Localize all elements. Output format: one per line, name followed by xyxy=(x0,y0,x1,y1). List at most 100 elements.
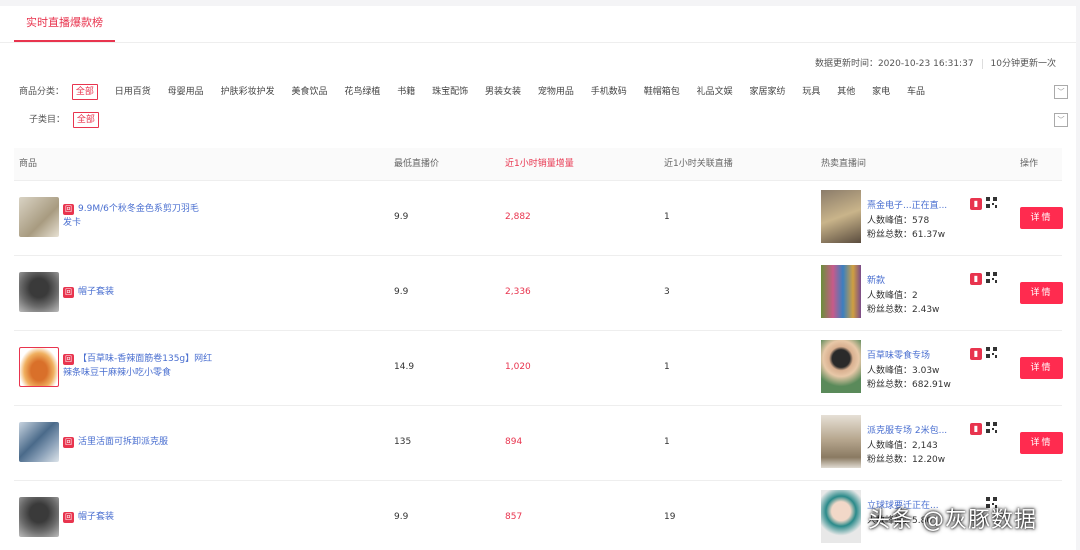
min-price: 135 xyxy=(394,437,412,447)
qr-code-icon[interactable] xyxy=(986,272,997,283)
peak-label: 人数峰值： xyxy=(867,366,913,376)
header-product: 商品 xyxy=(19,159,38,169)
product-name-link[interactable]: 帽子套装 xyxy=(63,510,203,524)
category-chip[interactable]: 其他 xyxy=(837,83,855,101)
category-chip[interactable]: 珠宝配饰 xyxy=(432,83,468,101)
related-lives: 1 xyxy=(664,437,670,447)
expand-categories-button[interactable]: ﹀ xyxy=(1054,85,1068,99)
room-thumbnail[interactable] xyxy=(821,490,861,543)
bar-chart-icon[interactable]: ▮ xyxy=(970,273,982,285)
fans-value: 2.43w xyxy=(912,305,940,315)
product-thumbnail[interactable] xyxy=(19,347,59,387)
tab-live-hot-ranking[interactable]: 实时直播爆款榜 xyxy=(14,6,115,42)
header-related-lives[interactable]: 近1小时关联直播 xyxy=(664,148,733,180)
product-name-link[interactable]: 【百草味-香辣面筋卷135g】网红辣条味豆干麻辣小吃小零食 xyxy=(63,352,213,380)
room-fans: 粉丝总数：682.91w xyxy=(867,377,951,390)
peak-value: 2 xyxy=(912,291,918,301)
detail-button[interactable]: 详情 xyxy=(1020,432,1063,454)
room-peak: 人数峰值：3.03w xyxy=(867,363,939,376)
category-filter-row: 商品分类： 全部 日用百货 母婴用品 护肤彩妆护发 美食饮品 花鸟绿植 书籍 珠… xyxy=(19,83,939,101)
page: 实时直播爆款榜 数据更新时间：2020-10-23 16:31:37 10分钟更新… xyxy=(0,6,1076,550)
category-chip[interactable]: 宠物用品 xyxy=(538,83,574,101)
product-name-link[interactable]: 9.9M/6个秋冬金色系剪刀羽毛发卡 xyxy=(63,202,203,230)
category-chip[interactable]: 书籍 xyxy=(397,83,415,101)
product-thumbnail[interactable] xyxy=(19,197,59,237)
peak-value: 2,143 xyxy=(912,441,938,451)
bar-chart-icon[interactable]: ▮ xyxy=(970,423,982,435)
subcategory-label: 子类目： xyxy=(29,115,66,125)
category-chip[interactable]: 鞋帽箱包 xyxy=(644,83,680,101)
table-row: 回 帽子套装 9.9 2,336 3 新款 人数峰值：2 粉丝总数：2.43w … xyxy=(14,255,1063,331)
category-label: 商品分类： xyxy=(19,87,65,97)
room-thumbnail[interactable] xyxy=(821,265,861,318)
product-thumbnail[interactable] xyxy=(19,272,59,312)
divider xyxy=(981,58,983,69)
category-chip[interactable]: 礼品文娱 xyxy=(697,83,733,101)
category-chip[interactable]: 护肤彩妆护发 xyxy=(221,83,275,101)
subcategory-chip-all[interactable]: 全部 xyxy=(72,112,99,128)
fans-label: 粉丝总数： xyxy=(867,305,913,315)
table-header: 商品 最低直播价 近1小时销量增量 近1小时关联直播 热卖直播间 操作 xyxy=(14,148,1062,181)
qr-code-icon[interactable] xyxy=(986,197,997,208)
room-name-link[interactable]: 派克服专场 2米包... xyxy=(867,423,957,436)
category-chip[interactable]: 母婴用品 xyxy=(168,83,204,101)
category-chip-all[interactable]: 全部 xyxy=(71,84,98,100)
room-thumbnail[interactable] xyxy=(821,415,861,468)
related-lives: 3 xyxy=(664,287,670,297)
fans-value: 61.37w xyxy=(912,230,946,240)
room-name-link[interactable]: 百草味零食专场 xyxy=(867,348,957,361)
watermark-text: 头条 @灰豚数据 xyxy=(868,508,1037,533)
peak-label: 人数峰值： xyxy=(867,291,913,301)
header-hot-room: 热卖直播间 xyxy=(821,159,867,169)
category-chip[interactable]: 玩具 xyxy=(802,83,820,101)
category-chip[interactable]: 车品 xyxy=(907,83,925,101)
detail-button[interactable]: 详情 xyxy=(1020,207,1063,229)
category-chip[interactable]: 花鸟绿植 xyxy=(344,83,380,101)
qr-code-icon[interactable] xyxy=(986,422,997,433)
min-price: 9.9 xyxy=(394,512,409,522)
product-thumbnail[interactable] xyxy=(19,497,59,537)
room-fans: 粉丝总数：61.37w xyxy=(867,227,945,240)
room-peak: 人数峰值：578 xyxy=(867,213,929,226)
room-thumbnail[interactable] xyxy=(821,340,861,393)
sales-increase: 2,882 xyxy=(505,212,531,222)
expand-subcategories-button[interactable]: ﹀ xyxy=(1054,113,1068,127)
category-chip[interactable]: 手机数码 xyxy=(591,83,627,101)
room-thumbnail[interactable] xyxy=(821,190,861,243)
category-chip[interactable]: 家居家纺 xyxy=(749,83,785,101)
product-name-link[interactable]: 帽子套装 xyxy=(63,285,203,299)
room-peak: 人数峰值：2 xyxy=(867,288,918,301)
fans-label: 粉丝总数： xyxy=(867,380,913,390)
fans-value: 12.20w xyxy=(912,455,946,465)
related-lives: 1 xyxy=(664,362,670,372)
bar-chart-icon[interactable]: ▮ xyxy=(970,198,982,210)
header-sales-increase[interactable]: 近1小时销量增量 xyxy=(505,148,574,180)
peak-value: 578 xyxy=(912,216,930,226)
category-chip[interactable]: 家电 xyxy=(872,83,890,101)
sales-increase: 1,020 xyxy=(505,362,531,372)
product-thumbnail[interactable] xyxy=(19,422,59,462)
update-time: 2020-10-23 16:31:37 xyxy=(877,59,974,69)
detail-button[interactable]: 详情 xyxy=(1020,357,1063,379)
category-chip[interactable]: 美食饮品 xyxy=(291,83,327,101)
sales-increase: 2,336 xyxy=(505,287,531,297)
tab-bar: 实时直播爆款榜 xyxy=(0,6,1076,43)
product-name-link[interactable]: 活里活面可拆卸派克服 xyxy=(63,435,203,449)
related-lives: 1 xyxy=(664,212,670,222)
fans-value: 682.91w xyxy=(912,380,951,390)
fans-label: 粉丝总数： xyxy=(867,455,913,465)
related-lives: 19 xyxy=(664,512,676,522)
room-peak: 人数峰值：2,143 xyxy=(867,438,938,451)
update-label: 数据更新时间： xyxy=(814,59,878,69)
category-chip[interactable]: 男装女装 xyxy=(485,83,521,101)
category-chip[interactable]: 日用百货 xyxy=(115,83,151,101)
detail-button[interactable]: 详情 xyxy=(1020,282,1063,304)
room-name-link[interactable]: 新款 xyxy=(867,273,957,286)
qr-code-icon[interactable] xyxy=(986,347,997,358)
header-min-price[interactable]: 最低直播价 xyxy=(394,148,439,180)
room-name-link[interactable]: 熹金电子...正在直... xyxy=(867,198,957,211)
bar-chart-icon[interactable]: ▮ xyxy=(970,348,982,360)
min-price: 9.9 xyxy=(394,212,409,222)
room-fans: 粉丝总数：12.20w xyxy=(867,452,945,465)
min-price: 14.9 xyxy=(394,362,415,372)
